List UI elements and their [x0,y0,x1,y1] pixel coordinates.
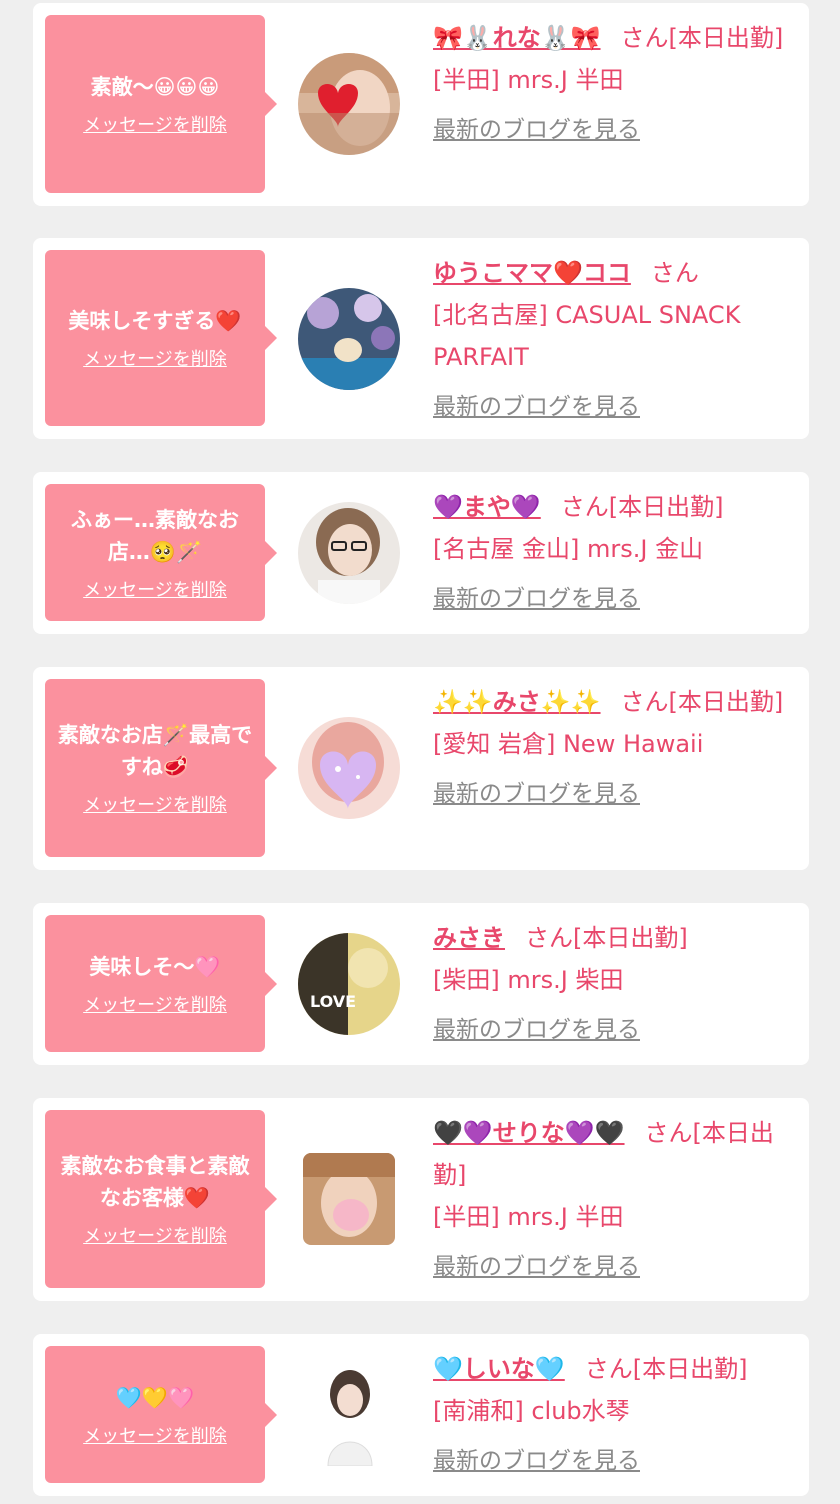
svg-text:LOVE: LOVE [310,992,356,1011]
girl-status: さん[本日出勤] [620,688,784,716]
girl-info: 🎀🐰れな🐰🎀 さん[本日出勤] [半田] mrs.J 半田 最新のブログを見る [433,17,799,151]
girl-avatar[interactable] [298,717,400,819]
girl-name-link[interactable]: 💜まや💜 [433,493,541,521]
girl-info: 💜まや💜 さん[本日出勤] [名古屋 金山] mrs.J 金山 最新のブログを見る [433,486,799,620]
message-text: 素敵〜😀😀😀 [90,75,220,99]
delete-message-button[interactable]: メッセージを削除 [83,1222,227,1248]
message-bubble: 🩵💛🩷 メッセージを削除 [45,1346,277,1483]
girl-avatar[interactable] [298,1364,400,1466]
message-bubble: 素敵〜😀😀😀 メッセージを削除 [45,15,277,193]
shop-name: [北名古屋] CASUAL SNACK PARFAIT [433,301,741,371]
girl-info: みさき さん[本日出勤] [柴田] mrs.J 柴田 最新のブログを見る [433,917,799,1051]
message-bubble: 美味しそ〜🩷 メッセージを削除 [45,915,277,1052]
girl-status: さん[本日出勤] [584,1355,748,1383]
delete-message-button[interactable]: メッセージを削除 [83,111,227,137]
message-text: 素敵なお店🪄最高ですね🥩 [57,723,253,779]
message-text: 美味しそすぎる❤️ [68,309,242,333]
girl-avatar[interactable] [298,288,400,390]
girl-status: さん[本日出勤] [560,493,724,521]
shop-name: [南浦和] club水琴 [433,1397,630,1425]
message-card: 素敵なお店🪄最高ですね🥩 メッセージを削除 ✨✨みさ✨✨ さん[本日出勤] [愛知… [33,667,809,870]
message-bubble: 美味しそすぎる❤️ メッセージを削除 [45,250,277,426]
shop-name: [愛知 岩倉] New Hawaii [433,730,704,758]
girl-name-link[interactable]: ✨✨みさ✨✨ [433,688,601,716]
message-card: ふぁー…素敵なお店…🥺🪄 メッセージを削除 💜まや💜 さん[本日出勤] [名古屋 … [33,472,809,634]
message-card: 美味しそ〜🩷 メッセージを削除 LOVE みさき さん[本日出勤] [柴田] mr… [33,903,809,1065]
latest-blog-link[interactable]: 最新のブログを見る [433,1246,640,1288]
delete-message-button[interactable]: メッセージを削除 [83,791,227,817]
latest-blog-link[interactable]: 最新のブログを見る [433,1440,640,1482]
avatar-photo-flowers [298,288,400,390]
girl-name-link[interactable]: ゆうこママ❤️ココ [433,259,631,287]
latest-blog-link[interactable]: 最新のブログを見る [433,109,640,151]
message-bubble: 素敵なお食事と素敵なお客様❤️ メッセージを削除 [45,1110,277,1288]
girl-info: 🩵しいな🩵 さん[本日出勤] [南浦和] club水琴 最新のブログを見る [433,1348,799,1482]
latest-blog-link[interactable]: 最新のブログを見る [433,578,640,620]
avatar-photo-heart-sparkle [298,717,400,819]
girl-avatar[interactable] [298,53,400,155]
message-text: ふぁー…素敵なお店…🥺🪄 [71,507,239,564]
girl-info: ✨✨みさ✨✨ さん[本日出勤] [愛知 岩倉] New Hawaii 最新のブログ… [433,681,799,815]
message-text: 🩵💛🩷 [115,1385,195,1410]
avatar-photo-love: LOVE [298,933,400,1035]
girl-info: 🖤💜せりな💜🖤 さん[本日出勤] [半田] mrs.J 半田 最新のブログを見る [433,1112,799,1288]
avatar-photo-heart [298,53,400,155]
avatar-photo-pose [298,1364,400,1466]
girl-name-link[interactable]: みさき [433,924,505,952]
girl-status: さん [650,259,699,287]
shop-name: [半田] mrs.J 半田 [433,1203,624,1231]
message-card: 素敵〜😀😀😀 メッセージを削除 🎀🐰れな🐰🎀 さん[本日出勤] [半田] mrs.… [33,3,809,206]
message-card: 美味しそすぎる❤️ メッセージを削除 ゆうこママ❤️ココ さん [北名古屋] CA… [33,238,809,439]
avatar-photo-blur [303,1153,395,1245]
avatar-photo-glasses [298,502,400,604]
shop-name: [半田] mrs.J 半田 [433,66,624,94]
message-bubble: ふぁー…素敵なお店…🥺🪄 メッセージを削除 [45,484,277,621]
delete-message-button[interactable]: メッセージを削除 [83,345,227,371]
girl-name-link[interactable]: 🎀🐰れな🐰🎀 [433,24,601,52]
shop-name: [名古屋 金山] mrs.J 金山 [433,535,704,563]
shop-name: [柴田] mrs.J 柴田 [433,966,624,994]
girl-name-link[interactable]: 🖤💜せりな💜🖤 [433,1119,625,1147]
girl-name-link[interactable]: 🩵しいな🩵 [433,1355,565,1383]
latest-blog-link[interactable]: 最新のブログを見る [433,773,640,815]
message-text: 素敵なお食事と素敵なお客様❤️ [60,1154,250,1210]
girl-info: ゆうこママ❤️ココ さん [北名古屋] CASUAL SNACK PARFAIT … [433,252,799,428]
message-bubble: 素敵なお店🪄最高ですね🥩 メッセージを削除 [45,679,277,857]
message-text: 美味しそ〜🩷 [89,954,221,979]
girl-avatar[interactable]: LOVE [298,933,400,1035]
girl-avatar[interactable] [298,502,400,604]
delete-message-button[interactable]: メッセージを削除 [83,991,227,1017]
girl-status: さん[本日出勤] [620,24,784,52]
message-card: 素敵なお食事と素敵なお客様❤️ メッセージを削除 🖤💜せりな💜🖤 さん[本日出勤]… [33,1098,809,1301]
delete-message-button[interactable]: メッセージを削除 [83,576,227,602]
girl-status: さん[本日出勤] [525,924,688,952]
latest-blog-link[interactable]: 最新のブログを見る [433,1009,640,1051]
message-card: 🩵💛🩷 メッセージを削除 🩵しいな🩵 さん[本日出勤] [南浦和] club水琴 … [33,1334,809,1496]
girl-avatar[interactable] [303,1153,395,1245]
latest-blog-link[interactable]: 最新のブログを見る [433,386,640,428]
delete-message-button[interactable]: メッセージを削除 [83,1422,227,1448]
